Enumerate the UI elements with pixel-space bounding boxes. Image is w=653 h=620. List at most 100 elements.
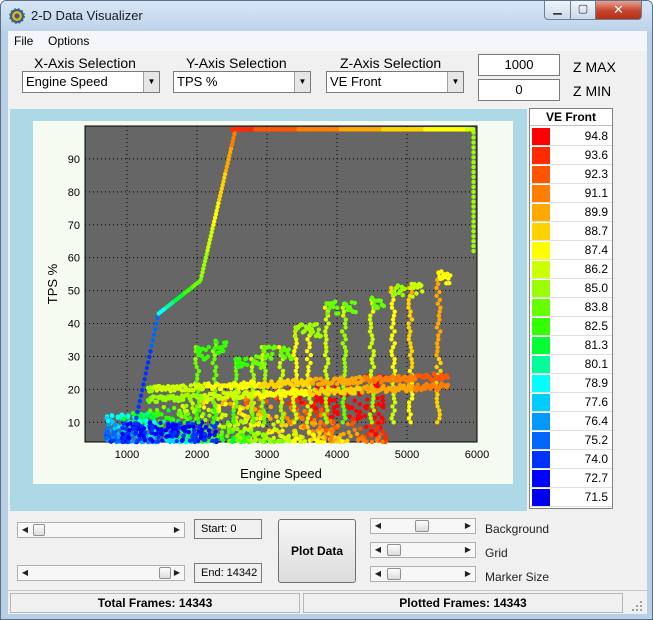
data-point xyxy=(147,354,152,360)
data-point xyxy=(298,400,304,405)
legend-value: 83.8 xyxy=(584,300,608,314)
legend-value: 75.2 xyxy=(584,433,608,447)
data-point xyxy=(326,360,331,366)
data-point xyxy=(245,400,250,406)
data-point xyxy=(309,420,315,426)
data-point xyxy=(168,389,173,394)
data-point xyxy=(245,414,251,419)
scatter-chart[interactable]: 1000 2000 3000 4000 5000 6000 10 20 30 40 50 60 70 80… xyxy=(10,109,527,511)
start-frame-thumb[interactable] xyxy=(33,524,45,536)
data-point xyxy=(194,364,199,370)
marker-size-slider[interactable]: ◀ ▶ xyxy=(370,566,476,582)
chevron-down-icon[interactable]: ▼ xyxy=(294,72,310,92)
y-axis-dropdown[interactable]: TPS % ▼ xyxy=(173,71,311,93)
end-frame-scrollbar[interactable]: ◀ ▶ xyxy=(17,565,185,581)
data-point xyxy=(276,429,282,435)
data-point xyxy=(238,407,243,412)
data-point xyxy=(142,376,147,382)
y-tick-label: 90 xyxy=(68,154,80,166)
data-point xyxy=(305,372,310,378)
legend-swatch xyxy=(532,204,550,221)
data-point xyxy=(323,368,328,374)
data-point xyxy=(304,349,310,354)
z-axis-dropdown[interactable]: VE Front ▼ xyxy=(326,71,464,93)
data-point xyxy=(318,376,323,381)
chevron-left-icon[interactable]: ◀ xyxy=(371,543,385,557)
data-point xyxy=(471,209,476,214)
data-point xyxy=(261,432,266,438)
data-point xyxy=(445,375,451,380)
background-slider[interactable]: ◀ ▶ xyxy=(370,518,476,534)
data-point xyxy=(249,400,254,405)
data-point xyxy=(172,430,178,435)
data-point xyxy=(437,289,442,295)
data-point xyxy=(308,360,313,366)
data-point xyxy=(307,345,312,350)
chevron-left-icon[interactable]: ◀ xyxy=(18,566,32,580)
data-point xyxy=(352,427,357,432)
chevron-right-icon[interactable]: ▶ xyxy=(461,543,475,557)
data-point xyxy=(323,341,328,346)
data-point xyxy=(343,337,348,342)
data-point xyxy=(166,416,171,421)
background-slider-thumb[interactable] xyxy=(415,520,429,532)
data-point xyxy=(369,432,374,437)
data-point xyxy=(203,424,208,430)
data-point xyxy=(113,422,118,428)
legend-value: 91.1 xyxy=(584,186,608,200)
legend-swatch xyxy=(532,337,550,354)
data-point xyxy=(271,435,276,441)
z-max-input[interactable]: 1000 xyxy=(478,54,560,76)
legend-value: 88.7 xyxy=(584,224,608,238)
data-point xyxy=(375,425,380,430)
chevron-left-icon[interactable]: ◀ xyxy=(371,567,385,581)
maximize-button[interactable]: ▢ xyxy=(570,1,596,20)
z-min-input[interactable]: 0 xyxy=(478,79,560,101)
data-point xyxy=(372,415,377,420)
data-point xyxy=(277,439,282,444)
chevron-right-icon[interactable]: ▶ xyxy=(461,519,475,533)
legend-swatch xyxy=(532,356,550,373)
data-point xyxy=(251,372,256,378)
menu-options[interactable]: Options xyxy=(48,34,89,48)
data-point xyxy=(301,425,307,430)
data-point xyxy=(136,404,141,409)
plot-data-button[interactable]: Plot Data xyxy=(278,519,356,583)
data-point xyxy=(271,439,277,445)
resize-grip-icon[interactable] xyxy=(628,597,644,613)
data-point xyxy=(324,364,329,370)
data-point xyxy=(223,413,228,418)
data-point xyxy=(471,229,476,234)
data-point xyxy=(119,412,125,417)
data-point xyxy=(161,405,166,410)
marker-size-slider-thumb[interactable] xyxy=(387,568,401,580)
chevron-right-icon[interactable]: ▶ xyxy=(170,566,184,580)
close-button[interactable]: ✕ xyxy=(595,1,642,20)
data-point xyxy=(180,425,185,431)
minimize-button[interactable]: ▁ xyxy=(544,1,571,20)
data-point xyxy=(285,438,290,443)
start-frame-scrollbar[interactable]: ◀ ▶ xyxy=(17,522,185,538)
data-point xyxy=(261,364,267,370)
data-point xyxy=(322,352,328,358)
chevron-right-icon[interactable]: ▶ xyxy=(461,567,475,581)
x-axis-dropdown[interactable]: Engine Speed ▼ xyxy=(22,71,160,93)
menu-file[interactable]: File xyxy=(14,34,33,48)
data-point xyxy=(471,189,476,194)
legend-entry: 89.9 xyxy=(530,203,612,222)
data-point xyxy=(376,401,381,407)
data-point xyxy=(375,396,380,401)
data-point xyxy=(354,408,359,414)
chevron-left-icon[interactable]: ◀ xyxy=(18,523,32,537)
chevron-down-icon[interactable]: ▼ xyxy=(143,72,159,92)
status-bar: Total Frames: 14343 Plotted Frames: 1434… xyxy=(8,590,647,614)
grid-slider[interactable]: ◀ ▶ xyxy=(370,542,476,558)
legend-entry: 77.6 xyxy=(530,393,612,412)
legend-value: 93.6 xyxy=(584,148,608,162)
chevron-down-icon[interactable]: ▼ xyxy=(447,72,463,92)
data-point xyxy=(320,435,326,440)
chevron-left-icon[interactable]: ◀ xyxy=(371,519,385,533)
grid-slider-thumb[interactable] xyxy=(387,544,401,556)
title-bar[interactable]: 2-D Data Visualizer ▁ ▢ ✕ xyxy=(1,1,652,31)
chevron-right-icon[interactable]: ▶ xyxy=(170,523,184,537)
